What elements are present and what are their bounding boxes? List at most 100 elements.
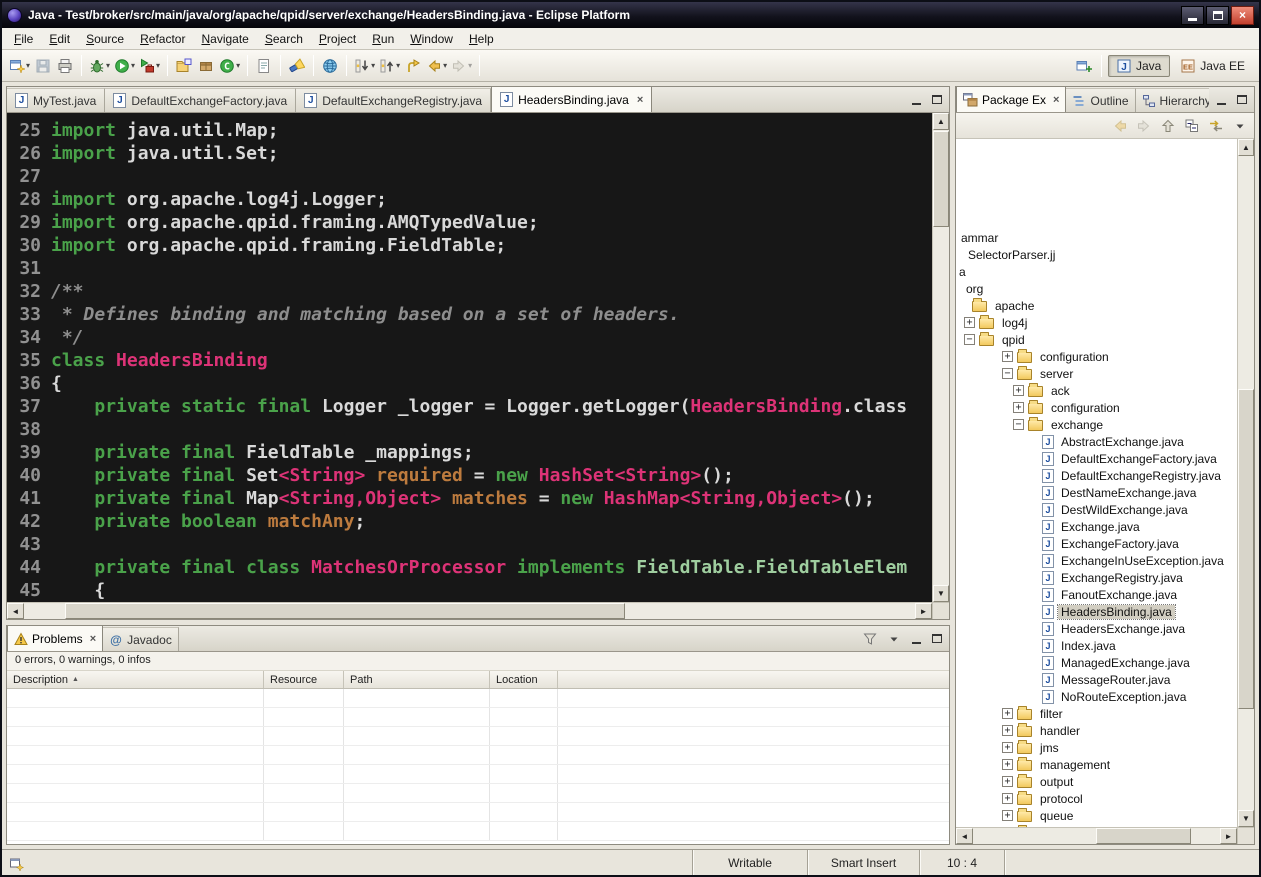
tree-item-messagerouter.java[interactable]: JMessageRouter.java xyxy=(956,671,1237,688)
editor-tab-DefaultExchangeFactory.java[interactable]: JDefaultExchangeFactory.java xyxy=(105,88,296,112)
menu-search[interactable]: Search xyxy=(257,29,311,49)
view-tab-outline[interactable]: Outline xyxy=(1066,88,1135,112)
back-icon[interactable]: ▾ xyxy=(424,53,449,78)
tree-item-managedexchange.java[interactable]: JManagedExchange.java xyxy=(956,654,1237,671)
scrollbar-thumb[interactable] xyxy=(933,131,949,227)
menu-file[interactable]: File xyxy=(6,29,41,49)
editor-vertical-scrollbar[interactable]: ▲ ▼ xyxy=(932,113,949,602)
scrollbar-thumb[interactable] xyxy=(1096,828,1191,844)
tree-item-fanoutexchange.java[interactable]: JFanoutExchange.java xyxy=(956,586,1237,603)
up-icon[interactable] xyxy=(1157,115,1179,137)
menu-run[interactable]: Run xyxy=(364,29,402,49)
view-tab-package-ex[interactable]: Package Ex× xyxy=(956,87,1066,112)
titlebar[interactable]: Java - Test/broker/src/main/java/org/apa… xyxy=(2,2,1259,28)
menu-project[interactable]: Project xyxy=(311,29,364,49)
scroll-down-icon[interactable]: ▼ xyxy=(933,585,949,602)
browser-icon[interactable] xyxy=(319,53,341,78)
tree-item-handler[interactable]: +handler xyxy=(956,722,1237,739)
collapse-icon[interactable]: − xyxy=(1013,419,1024,430)
tree-item-destnameexchange.java[interactable]: JDestNameExchange.java xyxy=(956,484,1237,501)
dropdown-arrow-icon[interactable]: ▾ xyxy=(371,61,375,70)
tree-item-apache[interactable]: apache xyxy=(956,297,1237,314)
tree-item-selectorparser.jj[interactable]: SelectorParser.jj xyxy=(956,246,1237,263)
tree-item-queue[interactable]: +queue xyxy=(956,807,1237,824)
minimize-view-button[interactable] xyxy=(908,631,925,647)
tree-item-exchange[interactable]: −exchange xyxy=(956,416,1237,433)
expand-icon[interactable]: + xyxy=(964,317,975,328)
minimize-window-button[interactable] xyxy=(1181,6,1204,25)
menu-refactor[interactable]: Refactor xyxy=(132,29,193,49)
print-icon[interactable] xyxy=(54,53,76,78)
scroll-right-icon[interactable]: ► xyxy=(1220,828,1237,844)
view-tab-problems[interactable]: Problems× xyxy=(7,626,103,651)
view-tab-javadoc[interactable]: @Javadoc xyxy=(103,627,179,651)
dropdown-arrow-icon[interactable]: ▾ xyxy=(236,61,240,70)
tree-item-log4j[interactable]: +log4j xyxy=(956,314,1237,331)
expand-icon[interactable]: + xyxy=(1002,793,1013,804)
save-icon[interactable] xyxy=(32,53,54,78)
dropdown-arrow-icon[interactable]: ▾ xyxy=(106,61,110,70)
tree-item-norouteexception.java[interactable]: JNoRouteException.java xyxy=(956,688,1237,705)
tree-item-exchangeregistry.java[interactable]: JExchangeRegistry.java xyxy=(956,569,1237,586)
view-tab-hierarchy[interactable]: Hierarchy xyxy=(1136,88,1209,112)
minimize-view-button[interactable] xyxy=(1213,92,1230,108)
dropdown-arrow-icon[interactable]: ▾ xyxy=(26,61,30,70)
search-icon[interactable] xyxy=(286,53,308,78)
editor-tab-DefaultExchangeRegistry.java[interactable]: JDefaultExchangeRegistry.java xyxy=(296,88,491,112)
tree-item-server[interactable]: −server xyxy=(956,365,1237,382)
tree-item-output[interactable]: +output xyxy=(956,773,1237,790)
back-icon[interactable] xyxy=(1109,115,1131,137)
column-header-location[interactable]: Location xyxy=(490,671,558,688)
close-tab-icon[interactable]: × xyxy=(637,94,643,106)
column-header-description[interactable]: Description▲ xyxy=(7,671,264,688)
scroll-down-icon[interactable]: ▼ xyxy=(1238,810,1254,827)
forward-icon[interactable]: ▾ xyxy=(449,53,474,78)
dropdown-arrow-icon[interactable]: ▾ xyxy=(156,61,160,70)
expand-icon[interactable]: + xyxy=(1002,810,1013,821)
run-icon[interactable]: ▾ xyxy=(112,53,137,78)
perspective-java[interactable]: JJava xyxy=(1108,55,1170,77)
new-wizard-icon[interactable]: ▾ xyxy=(7,53,32,78)
tree-item-jms[interactable]: +jms xyxy=(956,739,1237,756)
editor-horizontal-scrollbar[interactable]: ◄ ► xyxy=(7,602,932,619)
open-perspective-icon[interactable] xyxy=(1073,55,1095,77)
dropdown-arrow-icon[interactable]: ▾ xyxy=(396,61,400,70)
view-menu-icon[interactable] xyxy=(1229,115,1251,137)
tree-item-defaultexchangefactory.java[interactable]: JDefaultExchangeFactory.java xyxy=(956,450,1237,467)
column-header-path[interactable]: Path xyxy=(344,671,490,688)
dropdown-arrow-icon[interactable]: ▾ xyxy=(443,61,447,70)
tree-item-exchange.java[interactable]: JExchange.java xyxy=(956,518,1237,535)
tree-item-destwildexchange.java[interactable]: JDestWildExchange.java xyxy=(956,501,1237,518)
tree-item-headersexchange.java[interactable]: JHeadersExchange.java xyxy=(956,620,1237,637)
collapse-icon[interactable]: − xyxy=(1002,368,1013,379)
tree-item-filter[interactable]: +filter xyxy=(956,705,1237,722)
tree-item-management[interactable]: +management xyxy=(956,756,1237,773)
expand-icon[interactable]: + xyxy=(1002,742,1013,753)
menu-navigate[interactable]: Navigate xyxy=(193,29,256,49)
column-header-resource[interactable]: Resource xyxy=(264,671,344,688)
collapse-icon[interactable]: − xyxy=(964,334,975,345)
task-icon[interactable] xyxy=(253,53,275,78)
external-tools-icon[interactable]: ▾ xyxy=(137,53,162,78)
tree-item-configuration[interactable]: +configuration xyxy=(956,399,1237,416)
scroll-left-icon[interactable]: ◄ xyxy=(956,828,973,844)
view-menu-icon[interactable] xyxy=(883,628,905,650)
expand-icon[interactable]: + xyxy=(1013,402,1024,413)
tree-item-a[interactable]: a xyxy=(956,263,1237,280)
tree-horizontal-scrollbar[interactable]: ◄ ► xyxy=(956,827,1237,844)
tree-item-org[interactable]: org xyxy=(956,280,1237,297)
dropdown-arrow-icon[interactable]: ▾ xyxy=(131,61,135,70)
dropdown-arrow-icon[interactable]: ▾ xyxy=(468,61,472,70)
close-window-button[interactable]: × xyxy=(1231,6,1254,25)
new-package-icon[interactable] xyxy=(195,53,217,78)
perspective-java-ee[interactable]: EEJava EE xyxy=(1172,55,1254,77)
scrollbar-thumb[interactable] xyxy=(65,603,625,619)
debug-icon[interactable]: ▾ xyxy=(87,53,112,78)
filter-icon[interactable] xyxy=(859,628,881,650)
tree-item-headersbinding.java[interactable]: JHeadersBinding.java xyxy=(956,603,1237,620)
menu-window[interactable]: Window xyxy=(402,29,461,49)
expand-icon[interactable]: + xyxy=(1002,776,1013,787)
tree-item-defaultexchangeregistry.java[interactable]: JDefaultExchangeRegistry.java xyxy=(956,467,1237,484)
close-view-icon[interactable]: × xyxy=(1053,94,1059,106)
close-view-icon[interactable]: × xyxy=(90,633,96,645)
